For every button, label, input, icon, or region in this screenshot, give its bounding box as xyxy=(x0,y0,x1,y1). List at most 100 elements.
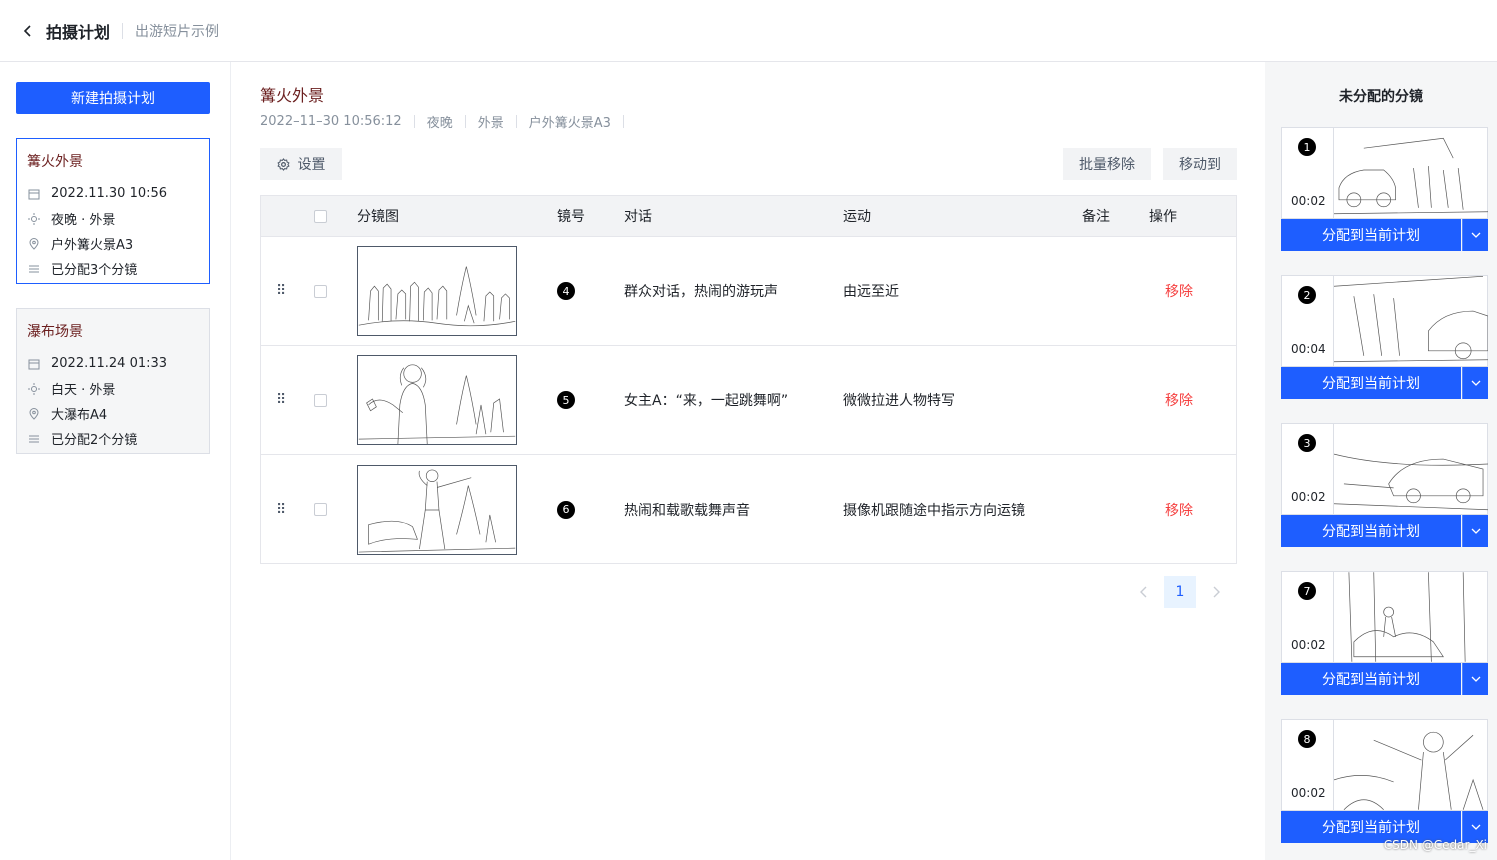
plan-assigned-count: 已分配3个分镜 xyxy=(51,263,138,278)
prev-page-icon[interactable] xyxy=(1132,576,1156,608)
chevron-down-icon[interactable] xyxy=(1462,663,1488,695)
plan-assigned-count: 已分配2个分镜 xyxy=(51,433,138,448)
assign-to-plan-button[interactable]: 分配到当前计划 xyxy=(1281,663,1461,695)
batch-remove-button[interactable]: 批量移除 xyxy=(1063,148,1151,180)
plan-location: 户外篝火景A3 xyxy=(51,238,134,253)
unassigned-shot-card: 8 00:02 分配到当前计划 xyxy=(1281,719,1488,843)
drag-handle-icon[interactable]: ⠿ xyxy=(276,237,286,345)
col-shot-no: 镜号 xyxy=(557,209,585,225)
unassigned-shot-card: 3 00:02 分配到当前计划 xyxy=(1281,423,1488,547)
row-checkbox[interactable] xyxy=(314,393,327,407)
col-motion: 运动 xyxy=(843,209,871,225)
plan-datetime-row: 2022.11.24 01:33 xyxy=(27,351,199,376)
plan-time-scene: 夜晚 · 外景 xyxy=(51,213,116,228)
table-row: ⠿ 5 女主A：“来，一起跳舞啊” 微微拉进人物特写 移除 xyxy=(261,346,1236,455)
shot-number-badge: 3 xyxy=(1298,434,1316,452)
unassigned-shot-card: 2 00:04 分配到当前计划 xyxy=(1281,275,1488,399)
shot-number-badge: 4 xyxy=(557,282,575,300)
title-divider xyxy=(122,22,124,39)
location-pin-icon xyxy=(27,237,41,251)
shot-number-badge: 1 xyxy=(1298,138,1316,156)
unassigned-shot-card: 7 00:02 分配到当前计划 xyxy=(1281,571,1488,695)
plan-card-bonfire[interactable]: 篝火外景 2022.11.30 10:56 夜晚 · 外景 户外篝火景A3 已分… xyxy=(16,138,210,284)
plan-assigned-row: 已分配3个分镜 xyxy=(27,256,199,281)
shot-number-badge: 8 xyxy=(1298,730,1316,748)
assign-to-plan-button[interactable]: 分配到当前计划 xyxy=(1281,367,1461,399)
next-page-icon[interactable] xyxy=(1204,576,1228,608)
motion-cell: 微微拉进人物特写 xyxy=(843,393,955,409)
col-notes: 备注 xyxy=(1082,209,1110,225)
chevron-down-icon[interactable] xyxy=(1462,219,1488,251)
plan-assigned-row: 已分配2个分镜 xyxy=(27,426,199,451)
shot-number-badge: 6 xyxy=(557,500,575,519)
remove-link[interactable]: 移除 xyxy=(1165,455,1193,564)
shot-number-badge: 5 xyxy=(557,391,575,409)
table-row: ⠿ 4 群众对话，热闹的游玩声 由远至近 移除 xyxy=(261,237,1236,346)
sun-icon xyxy=(27,212,41,226)
new-plan-button[interactable]: 新建拍摄计划 xyxy=(16,82,210,114)
storyboard-thumbnail xyxy=(1333,424,1488,514)
plan-datetime: 2022.11.24 01:33 xyxy=(51,356,168,371)
calendar-icon xyxy=(27,357,41,371)
chevron-down-icon[interactable] xyxy=(1462,515,1488,547)
drag-handle-icon[interactable]: ⠿ xyxy=(276,346,286,454)
plan-time-scene: 白天 · 外景 xyxy=(51,383,116,398)
settings-label: 设置 xyxy=(297,157,326,173)
dialogue-cell: 群众对话，热闹的游玩声 xyxy=(624,284,778,300)
col-storyboard: 分镜图 xyxy=(357,209,399,225)
list-icon xyxy=(27,432,41,446)
row-checkbox[interactable] xyxy=(314,284,327,298)
scene-location: 户外篝火景A3 xyxy=(528,116,611,131)
unassigned-shot-card: 1 00:02 分配到当前计划 xyxy=(1281,127,1488,251)
location-pin-icon xyxy=(27,407,41,421)
calendar-icon xyxy=(27,187,41,201)
scene-meta: 2022–11–30 10:56:12 夜晚 外景 户外篝火景A3 xyxy=(260,112,636,131)
storyboard-thumbnail xyxy=(357,246,517,336)
plan-location: 大瀑布A4 xyxy=(51,408,108,423)
list-icon xyxy=(27,262,41,276)
page-number-current[interactable]: 1 xyxy=(1164,576,1196,608)
watermark: CSDN @Cedar_Xi xyxy=(1383,838,1487,852)
plan-datetime-row: 2022.11.30 10:56 xyxy=(27,181,199,206)
storyboard-thumbnail xyxy=(1333,572,1466,662)
remove-link[interactable]: 移除 xyxy=(1165,346,1193,454)
motion-cell: 摄像机跟随途中指示方向运镜 xyxy=(843,502,1025,519)
remove-link[interactable]: 移除 xyxy=(1165,237,1193,345)
assign-to-plan-button[interactable]: 分配到当前计划 xyxy=(1281,219,1461,251)
table-header: 分镜图 镜号 对话 运动 备注 操作 xyxy=(261,196,1236,237)
storyboard-thumbnail xyxy=(1333,128,1488,218)
dialogue-cell: 热闹和载歌载舞声音 xyxy=(624,502,750,519)
storyboard-thumbnail xyxy=(1333,276,1488,366)
storyboard-thumbnail xyxy=(357,464,517,555)
top-bar: 拍摄计划 出游短片示例 xyxy=(0,0,1497,62)
shot-number-badge: 7 xyxy=(1298,582,1316,600)
move-to-button[interactable]: 移动到 xyxy=(1163,148,1237,180)
shot-table: 分镜图 镜号 对话 运动 备注 操作 ⠿ 4 群众对话，热闹的游玩声 由远至近 … xyxy=(260,195,1237,564)
storyboard-thumbnail xyxy=(357,355,517,445)
plan-location-row: 大瀑布A4 xyxy=(27,401,199,426)
plan-title: 篝火外景 xyxy=(27,154,83,170)
unassigned-panel: 未分配的分镜 1 00:02 分配到当前计划 2 00:04 分配到当前计划 3… xyxy=(1265,62,1497,860)
chevron-down-icon[interactable] xyxy=(1462,367,1488,399)
settings-button[interactable]: 设置 xyxy=(260,148,342,180)
shot-duration: 00:02 xyxy=(1291,194,1326,208)
scene-datetime: 2022–11–30 10:56:12 xyxy=(260,114,402,129)
plan-detail: 篝火外景 2022–11–30 10:56:12 夜晚 外景 户外篝火景A3 设… xyxy=(232,62,1264,860)
plan-datetime: 2022.11.30 10:56 xyxy=(51,186,168,201)
col-dialogue: 对话 xyxy=(624,209,652,225)
plan-title: 瀑布场景 xyxy=(27,324,83,340)
dialogue-cell: 女主A：“来，一起跳舞啊” xyxy=(624,393,789,409)
plan-location-row: 户外篝火景A3 xyxy=(27,231,199,256)
shot-duration: 00:04 xyxy=(1291,342,1326,356)
select-all-checkbox[interactable] xyxy=(314,209,327,223)
chevron-left-icon[interactable] xyxy=(20,23,36,39)
drag-handle-icon[interactable]: ⠿ xyxy=(276,455,286,564)
scene-time: 夜晚 xyxy=(426,116,453,131)
storyboard-thumbnail xyxy=(1333,720,1484,810)
plan-card-waterfall[interactable]: 瀑布场景 2022.11.24 01:33 白天 · 外景 大瀑布A4 已分配2… xyxy=(16,308,210,454)
col-action: 操作 xyxy=(1149,209,1177,225)
shot-duration: 00:02 xyxy=(1291,786,1326,800)
assign-to-plan-button[interactable]: 分配到当前计划 xyxy=(1281,515,1461,547)
row-checkbox[interactable] xyxy=(314,503,327,516)
pagination: 1 xyxy=(1132,576,1228,608)
